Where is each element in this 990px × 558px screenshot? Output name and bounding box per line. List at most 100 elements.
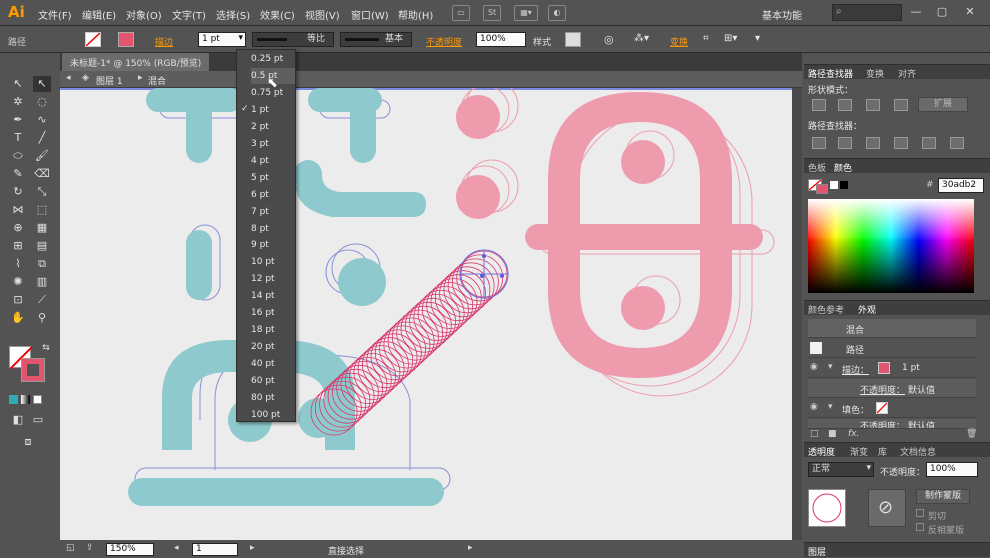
none-mode-icon[interactable] bbox=[33, 395, 42, 404]
artboard-tool-icon[interactable]: ⊡ bbox=[9, 292, 27, 308]
stroke-weight-field[interactable]: 1 pt ▾ bbox=[198, 32, 246, 47]
color-stroke-indicator[interactable] bbox=[816, 184, 828, 194]
tab-transform[interactable]: 变换 bbox=[866, 67, 884, 80]
stroke-weight-option[interactable]: 100 pt bbox=[251, 407, 295, 423]
screen-mode-icon[interactable]: ▭ bbox=[29, 412, 47, 428]
color-spectrum[interactable] bbox=[808, 199, 974, 293]
stroke-weight-option[interactable]: 80 pt bbox=[251, 390, 295, 406]
stroke-label[interactable]: 描边 bbox=[155, 35, 173, 48]
artboard-nav-icon[interactable]: ◱ bbox=[66, 543, 75, 553]
outline-icon[interactable] bbox=[922, 137, 936, 149]
stroke-weight-option[interactable]: 5 pt bbox=[251, 170, 295, 186]
add-stroke-icon[interactable]: □ bbox=[810, 429, 819, 439]
stroke-weight-option[interactable]: 4 pt bbox=[251, 153, 295, 169]
back-arrow-icon[interactable]: ◂ bbox=[66, 73, 71, 83]
bridge-icon[interactable]: ▭ bbox=[452, 5, 470, 21]
white-chip[interactable] bbox=[830, 181, 838, 189]
fx-button[interactable]: fx. bbox=[848, 429, 859, 439]
search-input[interactable]: ⌕ bbox=[832, 4, 902, 21]
layer-label[interactable]: 图层 1 bbox=[96, 74, 123, 87]
trim-icon[interactable] bbox=[838, 137, 852, 149]
stroke-weight-option[interactable]: 20 pt bbox=[251, 339, 295, 355]
pencil-tool-icon[interactable]: ✎ bbox=[9, 166, 27, 182]
appearance-row-fill-opacity[interactable]: 不透明度： 默认值 bbox=[808, 419, 976, 429]
appearance-row-stroke[interactable]: ◉ ▾ 描边： 1 pt bbox=[808, 359, 976, 378]
invert-mask-checkbox[interactable] bbox=[916, 523, 924, 531]
lasso-tool-icon[interactable]: ◌ bbox=[33, 94, 51, 110]
make-mask-button[interactable]: 制作蒙版 bbox=[916, 489, 970, 504]
tab-gradient[interactable]: 渐变 bbox=[850, 445, 868, 458]
stroke-weight-option[interactable]: 9 pt bbox=[251, 237, 295, 253]
appearance-row-path[interactable]: 路径 bbox=[808, 339, 976, 358]
draw-normal-icon[interactable]: ◧ bbox=[9, 412, 27, 428]
swap-colors-icon[interactable]: ⇆ bbox=[37, 340, 55, 356]
line-tool-icon[interactable]: ╱ bbox=[33, 130, 51, 146]
isolate-icon[interactable]: ⌗ bbox=[703, 33, 709, 44]
minus-front-icon[interactable] bbox=[838, 99, 852, 111]
artboard-canvas[interactable] bbox=[60, 88, 802, 540]
type-tool-icon[interactable]: T bbox=[9, 130, 27, 146]
tab-align[interactable]: 对齐 bbox=[898, 67, 916, 80]
blend-mode-select[interactable]: 正常 ▾ bbox=[808, 462, 874, 477]
divide-icon[interactable] bbox=[812, 137, 826, 149]
tab-document-info[interactable]: 文档信息 bbox=[900, 445, 936, 458]
transform-label[interactable]: 变换 bbox=[670, 35, 688, 48]
menu-effect[interactable]: 效果(C) bbox=[260, 7, 295, 22]
direct-selection-tool-icon[interactable]: ↖ bbox=[33, 76, 51, 92]
pen-tool-icon[interactable]: ✒ bbox=[9, 112, 27, 128]
chevron-down-icon[interactable]: ▾ bbox=[238, 33, 243, 44]
shape-builder-tool-icon[interactable]: ⊕ bbox=[9, 220, 27, 236]
gradient-mode-icon[interactable] bbox=[21, 395, 30, 404]
appearance-row-stroke-opacity[interactable]: 不透明度： 默认值 bbox=[808, 379, 976, 398]
stroke-weight-option[interactable]: 40 pt bbox=[251, 356, 295, 372]
tab-pathfinder[interactable]: 路径查找器 bbox=[808, 67, 853, 80]
visibility-eye-icon[interactable]: ◉ bbox=[810, 362, 818, 372]
scale-tool-icon[interactable]: ⤡ bbox=[33, 184, 51, 200]
transparency-opacity-field[interactable]: 100% bbox=[926, 462, 978, 477]
group-label[interactable]: 混合 bbox=[148, 74, 166, 87]
stroke-weight-option[interactable]: 7 pt bbox=[251, 204, 295, 220]
hex-field[interactable]: 30adb2 bbox=[938, 178, 984, 193]
hand-tool-icon[interactable]: ✋ bbox=[9, 310, 27, 326]
free-transform-tool-icon[interactable]: ⬚ bbox=[33, 202, 51, 218]
tab-appearance[interactable]: 外观 bbox=[858, 303, 876, 316]
disclosure-icon[interactable]: ▾ bbox=[828, 402, 833, 412]
stroke-weight-option[interactable]: 10 pt bbox=[251, 254, 295, 270]
menu-window[interactable]: 窗口(W) bbox=[351, 7, 389, 22]
stroke-weight-option[interactable]: 16 pt bbox=[251, 305, 295, 321]
add-fill-icon[interactable]: ■ bbox=[828, 429, 837, 439]
stroke-weight-option[interactable]: 60 pt bbox=[251, 373, 295, 389]
stock-icon[interactable]: St bbox=[483, 5, 501, 21]
symbol-sprayer-tool-icon[interactable]: ✺ bbox=[9, 274, 27, 290]
stroke-weight-option[interactable]: 1 pt bbox=[251, 102, 295, 118]
unite-icon[interactable] bbox=[812, 99, 826, 111]
gpu-icon[interactable]: ◐ bbox=[548, 5, 566, 21]
tab-libraries[interactable]: 库 bbox=[878, 445, 887, 458]
disclosure-icon[interactable]: ▾ bbox=[828, 362, 833, 372]
black-chip[interactable] bbox=[840, 181, 848, 189]
maximize-icon[interactable]: ▢ bbox=[934, 5, 950, 19]
tab-swatches[interactable]: 色板 bbox=[808, 161, 826, 174]
stroke-weight-option[interactable]: 0.25 pt bbox=[251, 51, 295, 67]
align-icon[interactable]: ⁂▾ bbox=[634, 33, 649, 44]
eraser-tool-icon[interactable]: ⌫ bbox=[33, 166, 51, 182]
clip-checkbox[interactable] bbox=[916, 509, 924, 517]
fill-swatch[interactable] bbox=[85, 32, 101, 47]
share-icon[interactable]: ⇪ bbox=[86, 543, 94, 553]
fill-opacity-label[interactable]: 不透明度： bbox=[860, 419, 905, 428]
opacity-field[interactable]: 100% bbox=[476, 32, 526, 47]
appearance-row-group[interactable]: 混合 bbox=[808, 319, 976, 338]
stroke-opacity-label[interactable]: 不透明度： bbox=[860, 383, 905, 396]
eyedropper-tool-icon[interactable]: ⌇ bbox=[9, 256, 27, 272]
stroke-swatch[interactable] bbox=[118, 32, 134, 47]
intersect-icon[interactable] bbox=[866, 99, 880, 111]
crop-icon[interactable] bbox=[894, 137, 908, 149]
stroke-color-box[interactable] bbox=[21, 358, 45, 382]
tab-transparency[interactable]: 透明度 bbox=[808, 445, 835, 458]
arrange-documents-icon[interactable]: ▦▾ bbox=[514, 5, 538, 21]
column-graph-tool-icon[interactable]: ▥ bbox=[33, 274, 51, 290]
zoom-tool-icon[interactable]: ⚲ bbox=[33, 310, 51, 326]
menu-object[interactable]: 对象(O) bbox=[126, 7, 162, 22]
gradient-tool-icon[interactable]: ▤ bbox=[33, 238, 51, 254]
appearance-fill-label[interactable]: 填色： bbox=[842, 403, 869, 416]
